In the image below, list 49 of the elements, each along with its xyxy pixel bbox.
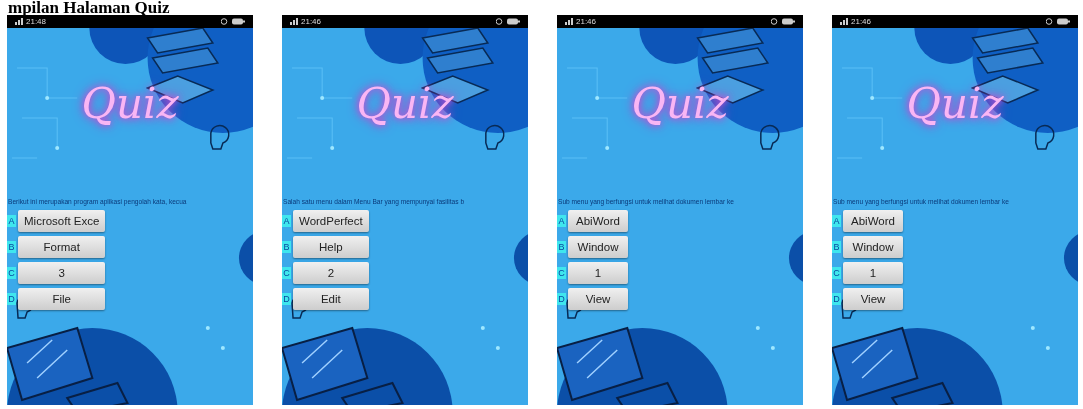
status-time: 21:46: [851, 17, 872, 26]
status-time: 21:46: [301, 17, 322, 26]
option-letter: D: [282, 293, 291, 305]
option-letter: A: [832, 215, 841, 227]
quiz-title: Quiz: [81, 78, 179, 130]
option-letter: D: [832, 293, 841, 305]
option-letter: B: [282, 241, 291, 253]
status-time: 21:46: [576, 17, 597, 26]
answer-button[interactable]: 1: [568, 262, 628, 284]
answer-button[interactable]: Microsoft Exce: [18, 210, 106, 232]
answer-button[interactable]: AbiWord: [843, 210, 903, 232]
answer-button[interactable]: File: [18, 288, 106, 310]
quiz-title: Quiz: [356, 78, 454, 130]
signal-icon: [290, 18, 298, 25]
option-letter: C: [557, 267, 566, 279]
answer-button[interactable]: Format: [18, 236, 106, 258]
answer-button[interactable]: 2: [293, 262, 369, 284]
status-time: 21:48: [26, 17, 47, 26]
answer-button[interactable]: View: [568, 288, 628, 310]
quiz-title: Quiz: [906, 78, 1004, 130]
option-letter: A: [7, 215, 16, 227]
answer-button[interactable]: AbiWord: [568, 210, 628, 232]
option-letter: C: [7, 267, 16, 279]
answer-button[interactable]: 1: [843, 262, 903, 284]
option-letter: D: [7, 293, 16, 305]
answer-button[interactable]: Edit: [293, 288, 369, 310]
answer-button[interactable]: Window: [568, 236, 628, 258]
option-letter: B: [557, 241, 566, 253]
battery-icon: [496, 18, 520, 25]
signal-icon: [15, 18, 23, 25]
answer-button[interactable]: View: [843, 288, 903, 310]
option-letter: D: [557, 293, 566, 305]
option-letter: B: [7, 241, 16, 253]
signal-icon: [565, 18, 573, 25]
battery-icon: [1046, 18, 1070, 25]
signal-icon: [840, 18, 848, 25]
option-letter: A: [557, 215, 566, 227]
option-letter: B: [832, 241, 841, 253]
quiz-title: Quiz: [631, 78, 729, 130]
option-letter: C: [282, 267, 291, 279]
battery-icon: [221, 18, 245, 25]
answer-button[interactable]: Help: [293, 236, 369, 258]
answer-button[interactable]: 3: [18, 262, 106, 284]
option-letter: C: [832, 267, 841, 279]
battery-icon: [771, 18, 795, 25]
page-heading: mpilan Halaman Quiz: [7, 0, 171, 15]
option-letter: A: [282, 215, 291, 227]
answer-button[interactable]: Window: [843, 236, 903, 258]
answer-button[interactable]: WordPerfect: [293, 210, 369, 232]
